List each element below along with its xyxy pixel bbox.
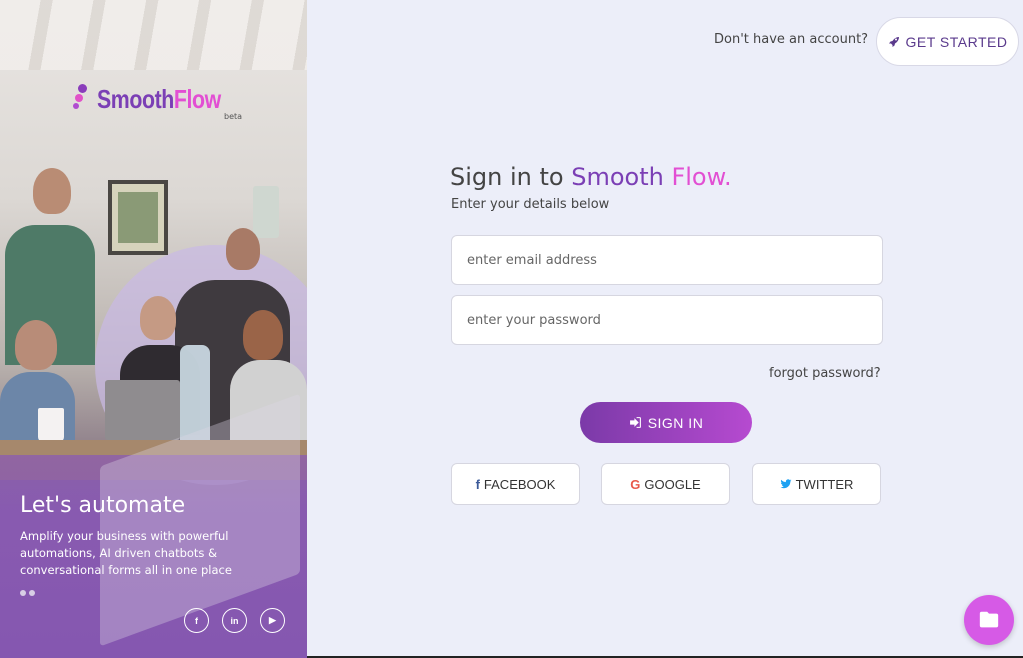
- social-links: f in ▶: [184, 608, 285, 633]
- hero-photo-ceiling: [0, 0, 307, 70]
- logo-text-flow: Flow: [173, 84, 221, 114]
- carousel-dot[interactable]: [29, 590, 35, 596]
- title-brand-smooth: Smooth: [571, 163, 664, 191]
- linkedin-icon[interactable]: in: [222, 608, 247, 633]
- hero-photo-lamp: [253, 186, 279, 238]
- sign-in-label: SIGN IN: [647, 414, 704, 431]
- sign-in-icon: [629, 417, 641, 428]
- hero-headline: Let's automate: [20, 493, 186, 518]
- title-brand-flow: Flow.: [663, 163, 732, 191]
- title-prefix: Sign in to: [450, 163, 572, 191]
- twitter-icon: [780, 479, 792, 489]
- email-input[interactable]: [451, 235, 883, 285]
- facebook-login-button[interactable]: f FACEBOOK: [451, 463, 580, 505]
- logo-text: SmoothFlow: [97, 84, 221, 115]
- rocket-icon: [888, 36, 899, 47]
- hero-photo-cup: [38, 408, 64, 442]
- logo-text-smooth: Smooth: [97, 84, 174, 114]
- twitter-login-label: TWITTER: [795, 476, 854, 492]
- logo-mark-icon: [72, 84, 92, 112]
- facebook-icon: f: [475, 476, 480, 492]
- hero-photo-person: [33, 168, 71, 214]
- hero-description: Amplify your business with powerful auto…: [20, 529, 232, 577]
- carousel-dots[interactable]: [20, 590, 35, 596]
- youtube-icon[interactable]: ▶: [260, 608, 285, 633]
- google-login-button[interactable]: G GOOGLE: [601, 463, 730, 505]
- google-login-label: GOOGLE: [644, 476, 701, 492]
- carousel-dot[interactable]: [20, 590, 26, 596]
- hero-photo-person: [243, 310, 283, 360]
- get-started-label: GET STARTED: [905, 33, 1008, 50]
- folder-fab-button[interactable]: [964, 595, 1014, 645]
- folder-icon: [979, 611, 999, 628]
- password-input[interactable]: [451, 295, 883, 345]
- hero-photo-person: [140, 296, 176, 340]
- hero-photo-person: [15, 320, 57, 370]
- google-icon: G: [630, 476, 641, 492]
- signup-prompt: Don't have an account?: [714, 32, 869, 47]
- page-title: Sign in to Smooth Flow.: [450, 163, 732, 191]
- hero-photo-laptop: [105, 380, 180, 440]
- facebook-login-label: FACEBOOK: [483, 476, 556, 492]
- hero-photo-person: [226, 228, 260, 270]
- get-started-button[interactable]: GET STARTED: [876, 17, 1019, 66]
- hero-photo-frame: [108, 180, 168, 255]
- twitter-login-button[interactable]: TWITTER: [752, 463, 881, 505]
- hero-panel: SmoothFlow beta Let's automate Amplify y…: [0, 0, 307, 658]
- sign-in-button[interactable]: SIGN IN: [580, 402, 752, 443]
- beta-badge: beta: [224, 112, 243, 121]
- page-subtitle: Enter your details below: [451, 197, 610, 212]
- forgot-password-link[interactable]: forgot password?: [769, 366, 881, 381]
- facebook-icon[interactable]: f: [184, 608, 209, 633]
